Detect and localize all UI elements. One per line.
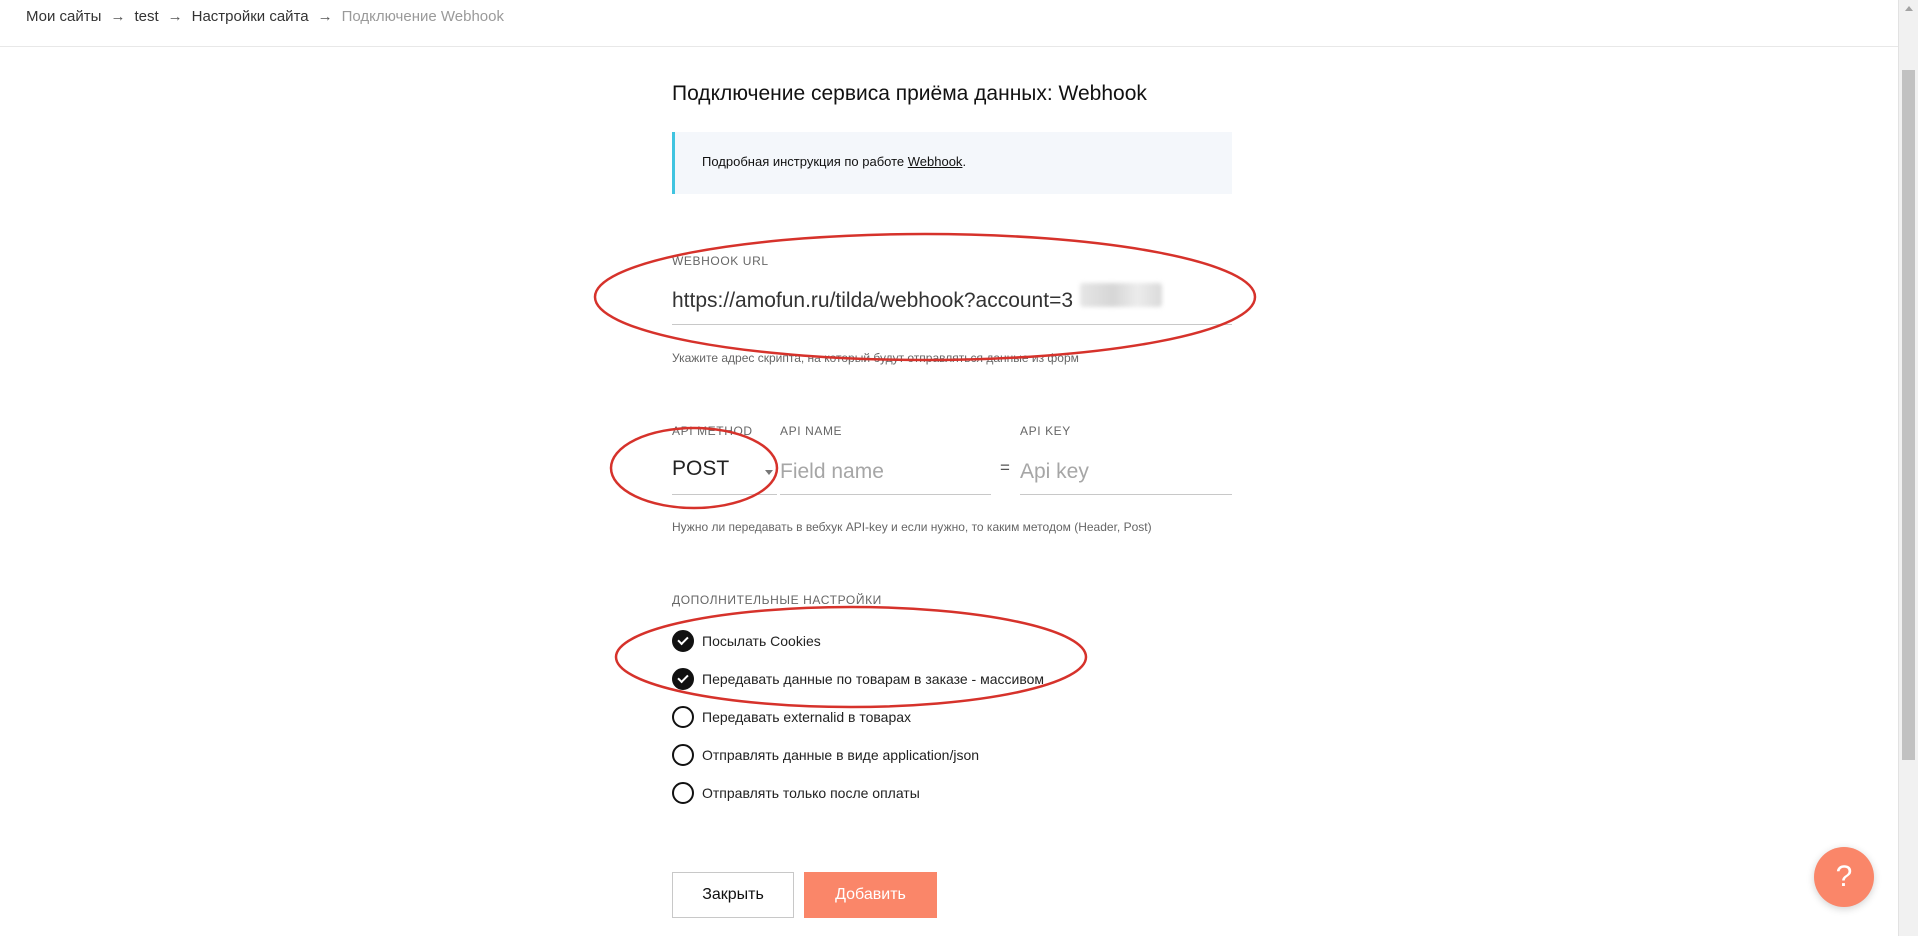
option-application-json[interactable]: Отправлять данные в виде application/jso… <box>672 736 1044 774</box>
option-label: Отправлять только после оплаты <box>702 785 920 801</box>
api-key-label: API KEY <box>1020 424 1071 438</box>
info-text: Подробная инструкция по работе <box>702 154 908 169</box>
scroll-up-arrow-icon[interactable] <box>1905 6 1913 11</box>
page-title: Подключение сервиса приёма данных: Webho… <box>672 82 1147 105</box>
option-label: Посылать Cookies <box>702 633 821 649</box>
option-label: Отправлять данные в виде application/jso… <box>702 747 980 763</box>
api-name-label: API NAME <box>780 424 843 438</box>
close-button[interactable]: Закрыть <box>672 872 794 918</box>
checkmark-icon <box>677 633 689 646</box>
breadcrumb-separator: → <box>110 8 126 25</box>
api-method-value: POST <box>672 457 730 480</box>
chevron-down-icon <box>765 470 773 475</box>
add-button[interactable]: Добавить <box>804 872 937 918</box>
extra-settings-label: ДОПОЛНИТЕЛЬНЫЕ НАСТРОЙКИ <box>672 593 882 607</box>
checkbox-checked-icon[interactable] <box>672 630 694 652</box>
option-products-array[interactable]: Передавать данные по товарам в заказе - … <box>672 660 1044 698</box>
api-hint: Нужно ли передавать в вебхук API-key и е… <box>672 520 1152 534</box>
breadcrumb-separator: → <box>317 8 333 25</box>
checkmark-icon <box>677 671 689 684</box>
api-method-label: API METHOD <box>672 424 753 438</box>
option-label: Передавать данные по товарам в заказе - … <box>702 671 1045 687</box>
checkbox-empty-icon[interactable] <box>672 782 694 804</box>
breadcrumb-bar: Мои сайты → test → Настройки сайта → Под… <box>0 0 1898 47</box>
breadcrumb-site-test[interactable]: test <box>134 8 158 25</box>
api-key-input[interactable] <box>1020 455 1232 495</box>
info-box: Подробная инструкция по работе Webhook. <box>672 132 1232 194</box>
api-method-select[interactable]: POST <box>672 455 777 495</box>
checkbox-empty-icon[interactable] <box>672 744 694 766</box>
info-suffix: . <box>962 154 967 169</box>
vertical-scrollbar[interactable] <box>1898 0 1918 936</box>
option-after-payment[interactable]: Отправлять только после оплаты <box>672 774 1044 812</box>
question-mark-icon: ? <box>1835 860 1853 893</box>
webhook-url-label: WEBHOOK URL <box>672 254 769 268</box>
redacted-account-id <box>1080 283 1162 307</box>
option-externalid[interactable]: Передавать externalid в товарах <box>672 698 1044 736</box>
extra-options-list: Посылать Cookies Передавать данные по то… <box>672 622 1044 812</box>
breadcrumb-separator: → <box>167 8 183 25</box>
checkbox-empty-icon[interactable] <box>672 706 694 728</box>
scroll-thumb[interactable] <box>1902 70 1915 760</box>
info-webhook-link[interactable]: Webhook <box>908 154 963 169</box>
api-name-input[interactable] <box>780 455 991 495</box>
breadcrumb-my-sites[interactable]: Мои сайты <box>26 8 101 25</box>
option-send-cookies[interactable]: Посылать Cookies <box>672 622 1044 660</box>
checkbox-checked-icon[interactable] <box>672 668 694 690</box>
breadcrumb: Мои сайты → test → Настройки сайта → Под… <box>26 8 504 25</box>
equals-sign: = <box>1000 458 1010 477</box>
help-button[interactable]: ? <box>1814 847 1874 907</box>
breadcrumb-current: Подключение Webhook <box>341 8 504 25</box>
breadcrumb-site-settings[interactable]: Настройки сайта <box>192 8 309 25</box>
option-label: Передавать externalid в товарах <box>702 709 912 725</box>
webhook-url-hint: Укажите адрес скрипта, на который будут … <box>672 351 1079 365</box>
